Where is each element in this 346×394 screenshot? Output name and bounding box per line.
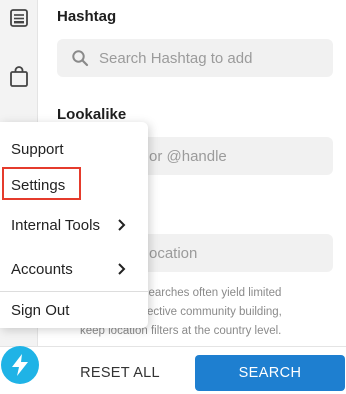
menu-item-internal-tools[interactable]: Internal Tools: [0, 208, 148, 242]
menu-divider: [0, 291, 148, 292]
hashtag-search-field[interactable]: [57, 39, 333, 77]
chevron-right-icon: [117, 218, 126, 232]
menu-item-label: Internal Tools: [11, 216, 100, 234]
menu-item-accounts[interactable]: Accounts: [0, 252, 148, 286]
lookalike-title: Lookalike: [57, 106, 127, 123]
search-button[interactable]: SEARCH: [195, 355, 345, 391]
menu-item-label: Sign Out: [11, 301, 70, 319]
lightning-bolt-icon[interactable]: [1, 346, 39, 384]
menu-item-label: Accounts: [11, 260, 73, 278]
menu-item-sign-out[interactable]: Sign Out: [0, 293, 148, 327]
action-bar: RESET ALL SEARCH: [0, 346, 346, 394]
hashtag-search-input[interactable]: [99, 49, 333, 67]
magnifier-icon: [71, 49, 89, 67]
account-menu: Support Settings Internal Tools Accounts…: [0, 122, 148, 328]
menu-item-label: Settings: [11, 176, 66, 194]
shopping-bag-icon[interactable]: [8, 66, 30, 88]
menu-item-label: Support: [11, 140, 64, 158]
list-icon[interactable]: [8, 7, 30, 29]
menu-item-support[interactable]: Support: [0, 132, 148, 166]
reset-all-button[interactable]: RESET ALL: [70, 356, 170, 390]
hashtag-title: Hashtag: [57, 8, 117, 25]
chevron-right-icon: [117, 262, 126, 276]
menu-item-settings[interactable]: Settings: [0, 168, 148, 202]
